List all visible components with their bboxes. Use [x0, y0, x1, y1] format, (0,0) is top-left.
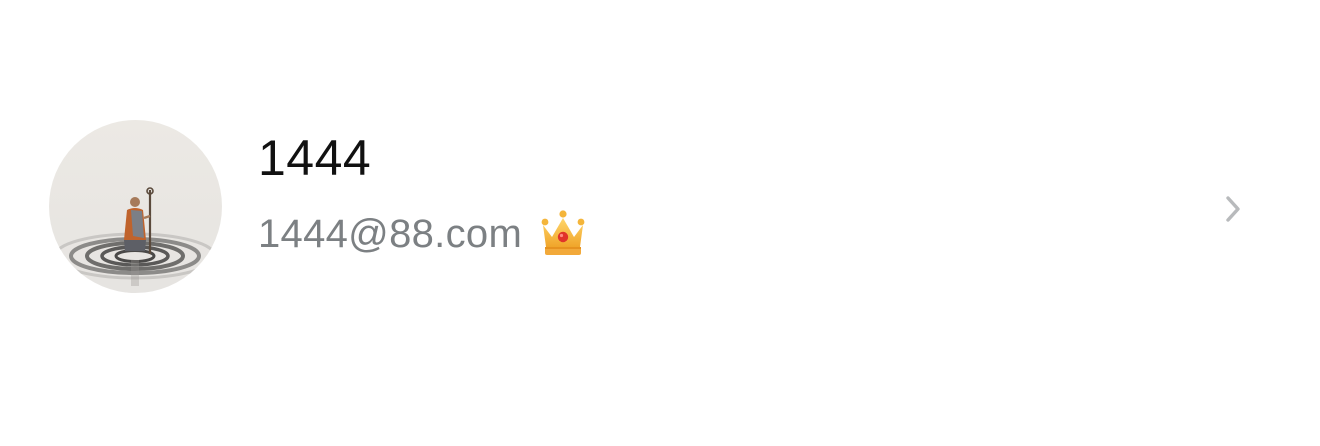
crown-icon: [538, 209, 588, 259]
email-address: 1444@88.com: [258, 212, 523, 256]
email-line: 1444@88.com: [258, 206, 588, 262]
chevron-right-icon[interactable]: [1222, 193, 1244, 225]
username: 1444: [258, 130, 372, 186]
avatar[interactable]: [49, 120, 222, 293]
avatar-image: [49, 120, 222, 293]
profile-row[interactable]: 1444 1444@88.com: [0, 0, 1320, 446]
